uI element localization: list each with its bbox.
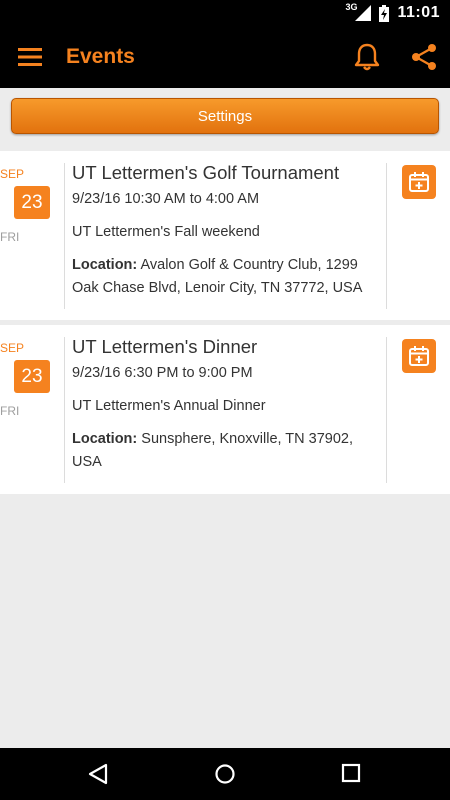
page-title: Events — [66, 45, 135, 68]
event-weekday: FRI — [0, 404, 20, 418]
location-label: Location: — [72, 431, 138, 447]
event-location: Location: Sunsphere, Knoxville, TN 37902… — [72, 428, 380, 474]
navigation-bar — [0, 748, 450, 800]
add-to-calendar-button[interactable] — [402, 165, 436, 199]
event-month: SEP — [0, 167, 25, 181]
app-bar: Events — [0, 26, 450, 88]
event-card[interactable]: SEP 23 FRI UT Lettermen's Dinner 9/23/16… — [0, 325, 450, 494]
calendar-add-icon — [409, 346, 429, 366]
settings-button[interactable]: Settings — [11, 98, 439, 134]
share-icon[interactable] — [410, 43, 438, 71]
event-day-badge: 23 — [14, 186, 50, 219]
divider — [386, 163, 387, 309]
event-time: 9/23/16 10:30 AM to 4:00 AM — [72, 191, 260, 207]
event-description: UT Lettermen's Annual Dinner — [72, 398, 266, 414]
menu-icon[interactable] — [18, 46, 42, 68]
status-bar: 3G 11:01 — [0, 0, 450, 26]
event-location: Location: Avalon Golf & Country Club, 12… — [72, 254, 380, 300]
divider — [64, 163, 65, 309]
event-title: UT Lettermen's Dinner — [72, 336, 258, 357]
event-title: UT Lettermen's Golf Tournament — [72, 162, 340, 183]
location-label: Location: — [72, 257, 138, 273]
battery-icon — [379, 4, 390, 22]
signal-icon — [355, 5, 372, 21]
home-icon[interactable] — [214, 763, 236, 785]
status-icons: 3G 11:01 — [345, 0, 440, 26]
divider — [386, 337, 387, 483]
recents-icon[interactable] — [341, 763, 361, 783]
bell-icon[interactable] — [352, 42, 382, 72]
divider — [64, 337, 65, 483]
add-to-calendar-button[interactable] — [402, 339, 436, 373]
event-time: 9/23/16 6:30 PM to 9:00 PM — [72, 365, 253, 381]
back-icon[interactable] — [87, 763, 109, 785]
event-description: UT Lettermen's Fall weekend — [72, 224, 260, 240]
status-time: 11:01 — [397, 4, 440, 21]
network-type: 3G — [345, 2, 358, 12]
event-card[interactable]: SEP 23 FRI UT Lettermen's Golf Tournamen… — [0, 151, 450, 320]
event-month: SEP — [0, 341, 25, 355]
calendar-add-icon — [409, 172, 429, 192]
event-day-badge: 23 — [14, 360, 50, 393]
event-weekday: FRI — [0, 230, 20, 244]
